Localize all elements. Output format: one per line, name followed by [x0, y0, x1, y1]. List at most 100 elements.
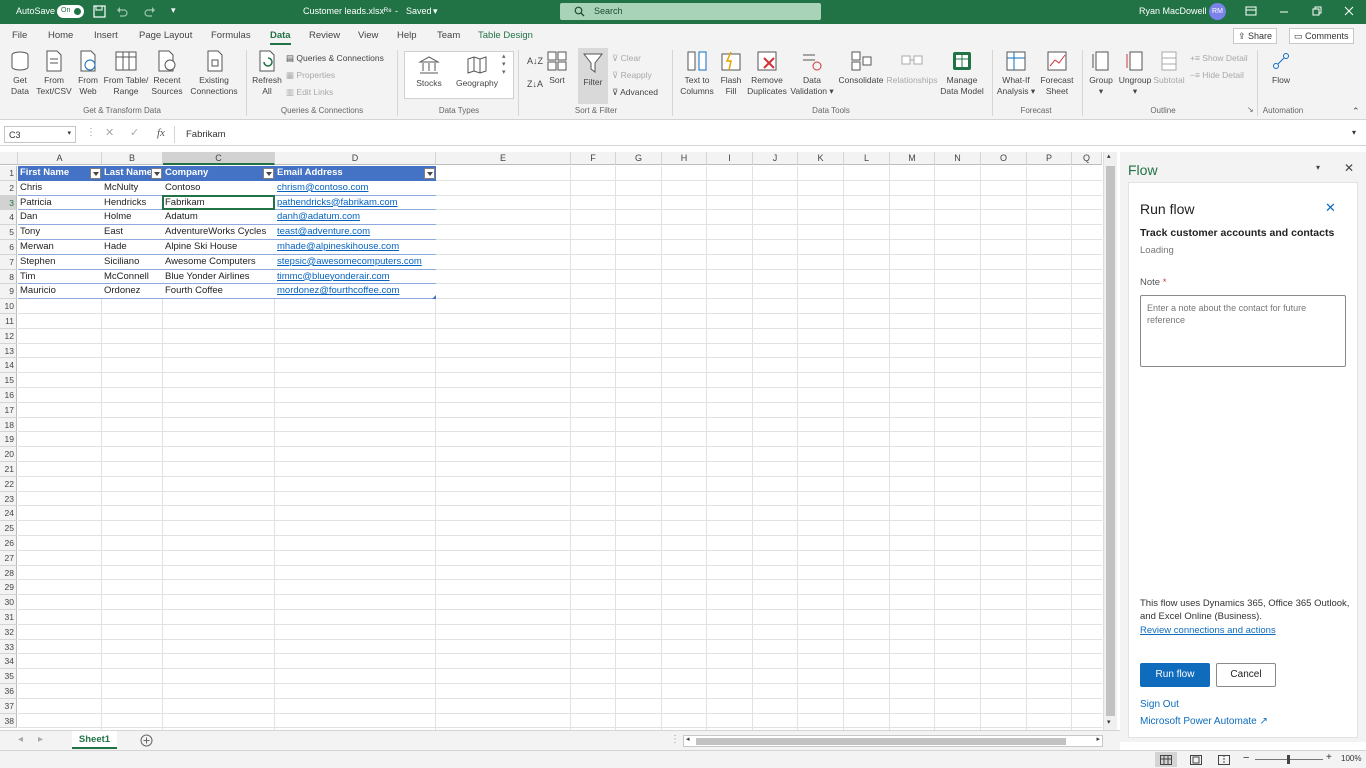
- row-header-26[interactable]: 26: [0, 536, 17, 551]
- row-header-33[interactable]: 33: [0, 639, 17, 655]
- column-header-l[interactable]: L: [844, 152, 890, 165]
- zoom-in-icon[interactable]: +: [1326, 752, 1332, 763]
- collapse-ribbon-icon[interactable]: ⌃: [1352, 106, 1360, 117]
- run-flow-button[interactable]: Run flow: [1140, 663, 1210, 687]
- sort-za-button[interactable]: Z↓A: [527, 79, 543, 89]
- scroll-right-icon[interactable]: ▸: [1096, 735, 1100, 743]
- row-header-10[interactable]: 10: [0, 299, 17, 314]
- table-cell[interactable]: Stephen: [18, 254, 102, 270]
- column-header-m[interactable]: M: [890, 152, 935, 165]
- table-cell[interactable]: AdventureWorks Cycles: [163, 225, 275, 240]
- row-header-34[interactable]: 34: [0, 654, 17, 670]
- minimize-icon[interactable]: [1279, 6, 1289, 17]
- table-cell[interactable]: Ordonez: [102, 284, 163, 300]
- tab-formulas[interactable]: Formulas: [211, 30, 251, 41]
- refresh-all-button[interactable]: Refresh All: [250, 46, 284, 97]
- name-box-chevron-icon[interactable]: ▾: [67, 129, 71, 137]
- undo-icon[interactable]: [116, 6, 128, 17]
- row-header-9[interactable]: 9: [0, 284, 17, 300]
- column-header-c[interactable]: C: [163, 152, 275, 165]
- insert-function-icon[interactable]: fx: [157, 127, 165, 139]
- table-cell[interactable]: Hade: [102, 240, 163, 255]
- email-link-cell[interactable]: danh@adatum.com: [275, 210, 436, 226]
- row-header-3[interactable]: 3: [0, 195, 17, 211]
- pane-close-icon[interactable]: ✕: [1344, 161, 1354, 175]
- table-cell[interactable]: Tim: [18, 269, 102, 285]
- note-field[interactable]: Enter a note about the contact for futur…: [1140, 295, 1346, 367]
- tab-data[interactable]: Data: [270, 30, 291, 45]
- remove-duplicates-button[interactable]: Remove Duplicates: [746, 46, 788, 97]
- row-header-13[interactable]: 13: [0, 343, 17, 359]
- row-header-18[interactable]: 18: [0, 417, 17, 433]
- tab-file[interactable]: File: [12, 30, 27, 41]
- filter-dropdown-icon[interactable]: [90, 168, 101, 179]
- cancel-button[interactable]: Cancel: [1216, 663, 1276, 687]
- table-cell[interactable]: McConnell: [102, 269, 163, 285]
- confirm-entry-icon[interactable]: ✓: [130, 126, 139, 139]
- close-window-icon[interactable]: [1344, 6, 1354, 17]
- filter-dropdown-icon[interactable]: [263, 168, 274, 179]
- stocks-button[interactable]: Stocks: [408, 46, 450, 89]
- row-header-14[interactable]: 14: [0, 358, 17, 374]
- row-header-17[interactable]: 17: [0, 402, 17, 418]
- power-automate-link[interactable]: Microsoft Power Automate ↗: [1140, 716, 1268, 727]
- column-header-d[interactable]: D: [275, 152, 436, 165]
- column-header-h[interactable]: H: [662, 152, 707, 165]
- from-web-button[interactable]: From Web: [74, 46, 102, 97]
- row-header-27[interactable]: 27: [0, 550, 17, 566]
- column-header-i[interactable]: I: [707, 152, 753, 165]
- review-connections-link[interactable]: Review connections and actions: [1140, 625, 1276, 636]
- share-button[interactable]: ⇪ Share: [1233, 28, 1278, 44]
- row-header-22[interactable]: 22: [0, 476, 17, 492]
- ribbon-display-icon[interactable]: [1245, 6, 1257, 17]
- next-sheet-icon[interactable]: ▸: [38, 734, 43, 745]
- row-header-23[interactable]: 23: [0, 491, 17, 507]
- column-header-k[interactable]: K: [798, 152, 844, 165]
- restore-icon[interactable]: [1312, 6, 1322, 17]
- table-cell[interactable]: Blue Yonder Airlines: [163, 269, 275, 285]
- row-header-25[interactable]: 25: [0, 521, 17, 536]
- avatar[interactable]: RM: [1209, 3, 1226, 20]
- properties-button[interactable]: ▦ Properties: [286, 70, 335, 81]
- reapply-button[interactable]: ⊽ Reapply: [612, 70, 652, 81]
- row-header-24[interactable]: 24: [0, 506, 17, 522]
- table-header-cell[interactable]: Last Name: [102, 166, 163, 181]
- table-cell[interactable]: Chris: [18, 180, 102, 196]
- flow-button[interactable]: Flow: [1262, 46, 1300, 86]
- hide-detail-button[interactable]: −≡ Hide Detail: [1190, 70, 1244, 80]
- name-box[interactable]: C3 ▾: [4, 126, 76, 143]
- email-link-cell[interactable]: mordonez@fourthcoffee.com: [275, 284, 436, 300]
- pane-options-icon[interactable]: ▾: [1316, 163, 1320, 172]
- tab-table-design[interactable]: Table Design: [478, 30, 533, 41]
- table-cell[interactable]: Holme: [102, 210, 163, 226]
- show-detail-button[interactable]: +≡ Show Detail: [1190, 53, 1248, 63]
- table-cell[interactable]: Awesome Computers: [163, 254, 275, 270]
- row-header-15[interactable]: 15: [0, 373, 17, 388]
- data-validation-button[interactable]: Data Validation ▾: [790, 46, 834, 97]
- table-cell[interactable]: Adatum: [163, 210, 275, 226]
- clear-button[interactable]: ⊽ Clear: [612, 53, 641, 64]
- table-cell[interactable]: Hendricks: [102, 195, 163, 211]
- row-header-6[interactable]: 6: [0, 240, 17, 255]
- row-header-20[interactable]: 20: [0, 447, 17, 462]
- email-link-cell[interactable]: chrism@contoso.com: [275, 180, 436, 196]
- from-table-button[interactable]: From Table/Range: [102, 46, 150, 97]
- table-cell[interactable]: East: [102, 225, 163, 240]
- sheet-tab-sheet1[interactable]: Sheet1: [72, 731, 117, 749]
- cancel-entry-icon[interactable]: ✕: [105, 126, 114, 139]
- table-cell[interactable]: Merwan: [18, 240, 102, 255]
- geography-button[interactable]: Geography: [454, 46, 500, 89]
- save-status-chevron-icon[interactable]: ▾: [433, 6, 438, 17]
- row-header-38[interactable]: 38: [0, 713, 17, 729]
- advanced-button[interactable]: ⊽ Advanced: [612, 87, 658, 98]
- consolidate-button[interactable]: Consolidate: [838, 46, 884, 86]
- row-header-28[interactable]: 28: [0, 565, 17, 581]
- row-header-2[interactable]: 2: [0, 180, 17, 196]
- table-header-cell[interactable]: Email Address: [275, 166, 436, 181]
- scroll-thumb[interactable]: [1106, 166, 1115, 716]
- what-if-button[interactable]: What-If Analysis ▾: [996, 46, 1036, 97]
- data-types-scroll[interactable]: ▴ ▾ ▾: [502, 52, 513, 98]
- table-cell[interactable]: Alpine Ski House: [163, 240, 275, 255]
- table-cell[interactable]: McNulty: [102, 180, 163, 196]
- tab-home[interactable]: Home: [48, 30, 73, 41]
